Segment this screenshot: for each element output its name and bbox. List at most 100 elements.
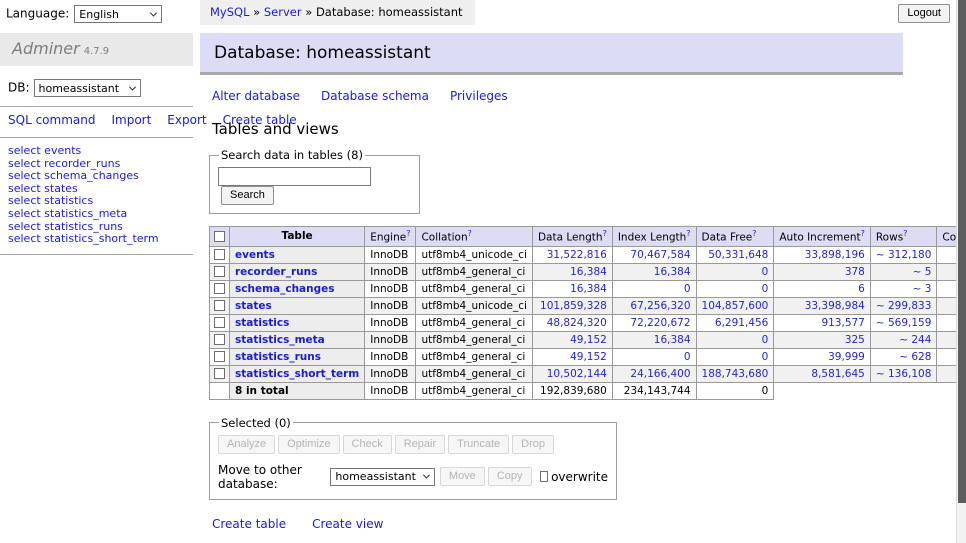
repair-button[interactable]: Repair: [395, 435, 445, 454]
table-link[interactable]: statistics_runs: [235, 351, 321, 363]
table-link[interactable]: schema_changes: [235, 283, 335, 295]
search-fieldset: Search data in tables (8) Search: [209, 148, 420, 214]
row-checkbox[interactable]: [214, 368, 225, 379]
table-row-states: states InnoDB utf8mb4_unicode_ci 101,859…: [210, 297, 966, 314]
hint-icon[interactable]: ?: [686, 229, 690, 238]
drop-button[interactable]: Drop: [512, 435, 554, 454]
overwrite-checkbox[interactable]: [540, 471, 549, 482]
rows-count-link[interactable]: ~ 569,159: [870, 314, 937, 331]
analyze-button[interactable]: Analyze: [218, 435, 275, 454]
row-checkbox[interactable]: [214, 283, 225, 294]
rows-count-link[interactable]: ~ 628: [870, 348, 937, 365]
col-header-engine-label: Engine: [370, 232, 406, 244]
database-schema-link[interactable]: Database schema: [321, 89, 429, 103]
engine-cell: InnoDB: [365, 246, 416, 263]
data-length-cell: 49,152: [532, 348, 612, 365]
vertical-scrollbar[interactable]: [956, 0, 966, 543]
auto-increment-cell: 33,398,984: [774, 297, 871, 314]
breadcrumb-mysql-link[interactable]: MySQL: [210, 5, 250, 19]
scrollbar-thumb[interactable]: [958, 0, 966, 503]
sidebar-divider: [0, 254, 193, 255]
selected-legend: Selected (0): [219, 416, 293, 430]
row-checkbox[interactable]: [214, 351, 225, 362]
row-checkbox-cell: [210, 331, 230, 348]
hint-icon[interactable]: ?: [603, 229, 607, 238]
engine-cell: InnoDB: [365, 263, 416, 280]
data-length-cell: 101,859,328: [532, 297, 612, 314]
row-checkbox[interactable]: [214, 266, 225, 277]
rows-count-link[interactable]: ~ 136,108: [870, 365, 937, 382]
rows-count-link[interactable]: ~ 312,180: [870, 246, 937, 263]
col-header-rows: Rows?: [870, 227, 937, 247]
db-select[interactable]: homeassistant: [34, 79, 141, 97]
auto-increment-cell: 325: [774, 331, 871, 348]
select-all-checkbox[interactable]: [214, 231, 225, 242]
hint-icon[interactable]: ?: [903, 229, 907, 238]
row-checkbox-cell: [210, 297, 230, 314]
row-checkbox[interactable]: [214, 317, 225, 328]
sidebar-item-select-schema-changes[interactable]: select schema_changes: [8, 170, 193, 183]
hint-icon[interactable]: ?: [406, 229, 410, 238]
data-free-cell: 188,743,680: [696, 365, 774, 382]
copy-button[interactable]: Copy: [488, 467, 532, 486]
sidebar-divider: [0, 137, 193, 138]
hint-icon[interactable]: ?: [752, 229, 756, 238]
table-name-cell: schema_changes: [230, 280, 365, 297]
collation-cell: utf8mb4_general_ci: [416, 263, 532, 280]
rows-count-link[interactable]: ~ 244: [870, 331, 937, 348]
table-link[interactable]: statistics_short_term: [235, 368, 359, 380]
breadcrumb-current: Database: homeassistant: [316, 5, 463, 19]
overwrite-label: overwrite: [551, 470, 608, 484]
alter-database-link[interactable]: Alter database: [212, 89, 300, 103]
table-link[interactable]: statistics_meta: [235, 334, 325, 346]
truncate-button[interactable]: Truncate: [448, 435, 509, 454]
row-checkbox[interactable]: [214, 249, 225, 260]
table-link[interactable]: statistics: [235, 317, 289, 329]
create-table-link-bottom[interactable]: Create table: [212, 517, 286, 531]
data-length-cell: 10,502,144: [532, 365, 612, 382]
total-label-cell: 8 in total: [230, 382, 365, 399]
sidebar-item-select-statistics-short-term[interactable]: select statistics_short_term: [8, 233, 193, 246]
search-legend: Search data in tables (8): [219, 148, 365, 162]
auto-increment-cell: 913,577: [774, 314, 871, 331]
col-header-auto-increment-label: Auto Increment: [779, 232, 860, 244]
hint-icon[interactable]: ?: [861, 229, 865, 238]
sidebar-item-select-events[interactable]: select events: [8, 145, 193, 158]
import-link[interactable]: Import: [111, 113, 151, 127]
rows-count-link[interactable]: ~ 299,833: [870, 297, 937, 314]
chevron-down-icon: [128, 83, 135, 90]
selected-fieldset: Selected (0) AnalyzeOptimizeCheckRepairT…: [209, 416, 617, 500]
col-header-index-length-label: Index Length: [618, 232, 686, 244]
hint-icon[interactable]: ?: [468, 229, 472, 238]
rows-count-link[interactable]: ~ 5: [870, 263, 937, 280]
create-view-link[interactable]: Create view: [312, 517, 383, 531]
col-header-collation: Collation?: [416, 227, 532, 247]
optimize-button[interactable]: Optimize: [278, 435, 339, 454]
rows-count-link[interactable]: ~ 3: [870, 280, 937, 297]
move-database-select[interactable]: homeassistant: [330, 468, 435, 486]
sidebar-item-select-statistics-meta[interactable]: select statistics_meta: [8, 208, 193, 221]
data-free-cell: 50,331,648: [696, 246, 774, 263]
move-button[interactable]: Move: [440, 467, 485, 486]
row-checkbox[interactable]: [214, 334, 225, 345]
search-button[interactable]: Search: [221, 186, 274, 205]
table-link[interactable]: states: [235, 300, 272, 312]
collation-cell: utf8mb4_general_ci: [416, 314, 532, 331]
privileges-link[interactable]: Privileges: [450, 89, 508, 103]
row-checkbox[interactable]: [214, 300, 225, 311]
table-row-statistics: statistics InnoDB utf8mb4_general_ci 48,…: [210, 314, 966, 331]
row-checkbox-cell: [210, 314, 230, 331]
table-link[interactable]: recorder_runs: [235, 266, 317, 278]
page-title: Database: homeassistant: [200, 33, 903, 75]
search-input[interactable]: [218, 167, 371, 186]
language-select[interactable]: English: [74, 5, 162, 23]
col-header-data-free-label: Data Free: [702, 232, 753, 244]
check-button[interactable]: Check: [343, 435, 392, 454]
engine-cell: InnoDB: [365, 348, 416, 365]
sql-command-link[interactable]: SQL command: [8, 113, 95, 127]
data-free-cell: 0: [696, 348, 774, 365]
data-free-cell: 0: [696, 280, 774, 297]
breadcrumb-server-link[interactable]: Server: [264, 5, 302, 19]
table-link[interactable]: events: [235, 249, 275, 261]
table-row-statistics-runs: statistics_runs InnoDB utf8mb4_general_c…: [210, 348, 966, 365]
